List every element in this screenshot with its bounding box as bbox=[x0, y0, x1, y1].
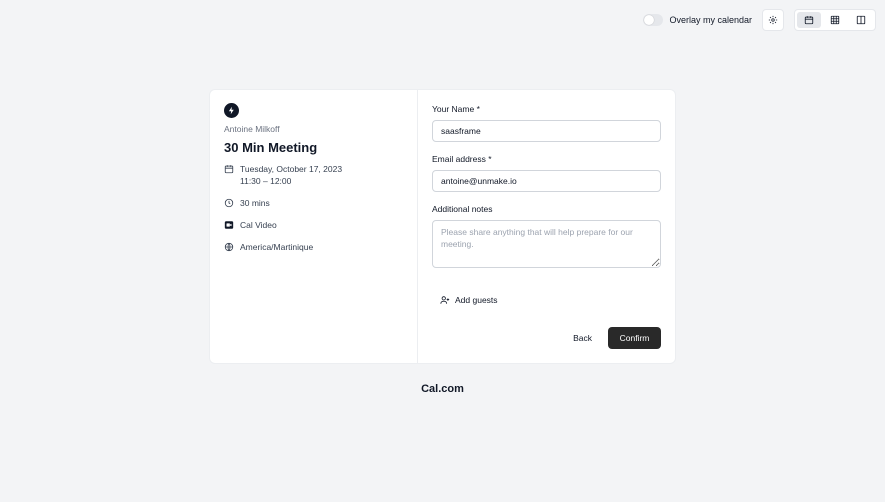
event-location: Cal Video bbox=[240, 220, 277, 230]
event-meta: Tuesday, October 17, 2023 11:30 – 12:00 … bbox=[224, 163, 403, 253]
meta-duration: 30 mins bbox=[224, 197, 403, 209]
name-label: Your Name * bbox=[432, 104, 480, 114]
week-view-button[interactable] bbox=[823, 12, 847, 28]
meta-location: Cal Video bbox=[224, 219, 403, 231]
gear-icon bbox=[768, 15, 778, 25]
overlay-label: Overlay my calendar bbox=[669, 15, 752, 25]
event-time: 11:30 – 12:00 bbox=[240, 176, 292, 186]
booking-form: Your Name * saasframe Email address * an… bbox=[418, 90, 675, 363]
meta-timezone[interactable]: America/Martinique bbox=[224, 241, 403, 253]
calendar-icon bbox=[224, 165, 234, 174]
event-date: Tuesday, October 17, 2023 bbox=[240, 164, 343, 174]
clock-icon bbox=[224, 198, 234, 208]
column-view-button[interactable] bbox=[849, 12, 873, 28]
globe-icon bbox=[224, 242, 234, 252]
notes-textarea[interactable] bbox=[432, 220, 661, 268]
view-switcher bbox=[794, 9, 876, 31]
add-guests-label: Add guests bbox=[455, 295, 498, 305]
overlay-calendar-toggle[interactable]: Overlay my calendar bbox=[643, 14, 752, 26]
host-name: Antoine Milkoff bbox=[224, 124, 280, 134]
settings-button[interactable] bbox=[762, 9, 784, 31]
bolt-icon bbox=[228, 106, 234, 115]
event-timezone: America/Martinique bbox=[240, 242, 314, 252]
host-avatar bbox=[224, 103, 239, 118]
event-title: 30 Min Meeting bbox=[224, 140, 318, 155]
overlay-switch[interactable] bbox=[643, 14, 664, 26]
add-guests-button[interactable]: Add guests bbox=[440, 295, 661, 305]
email-label: Email address * bbox=[432, 154, 492, 164]
event-duration: 30 mins bbox=[240, 198, 270, 208]
columns-icon bbox=[856, 15, 866, 25]
meta-date: Tuesday, October 17, 2023 11:30 – 12:00 bbox=[224, 163, 403, 187]
form-actions: Back Confirm bbox=[573, 327, 661, 349]
event-details: Antoine Milkoff 30 Min Meeting Tuesday, … bbox=[210, 90, 418, 363]
notes-label: Additional notes bbox=[432, 204, 493, 214]
brand-logo[interactable]: Cal.com bbox=[0, 383, 885, 395]
month-view-button[interactable] bbox=[797, 12, 821, 28]
confirm-button[interactable]: Confirm bbox=[608, 327, 661, 349]
name-input[interactable]: saasframe bbox=[432, 120, 661, 142]
user-plus-icon bbox=[440, 296, 450, 304]
booking-card: Antoine Milkoff 30 Min Meeting Tuesday, … bbox=[209, 89, 676, 364]
top-toolbar: Overlay my calendar bbox=[643, 9, 876, 31]
video-icon bbox=[224, 221, 234, 229]
grid-icon bbox=[830, 15, 840, 25]
back-button[interactable]: Back bbox=[573, 333, 592, 343]
email-input[interactable]: antoine@unmake.io bbox=[432, 170, 661, 192]
calendar-icon bbox=[804, 16, 814, 25]
